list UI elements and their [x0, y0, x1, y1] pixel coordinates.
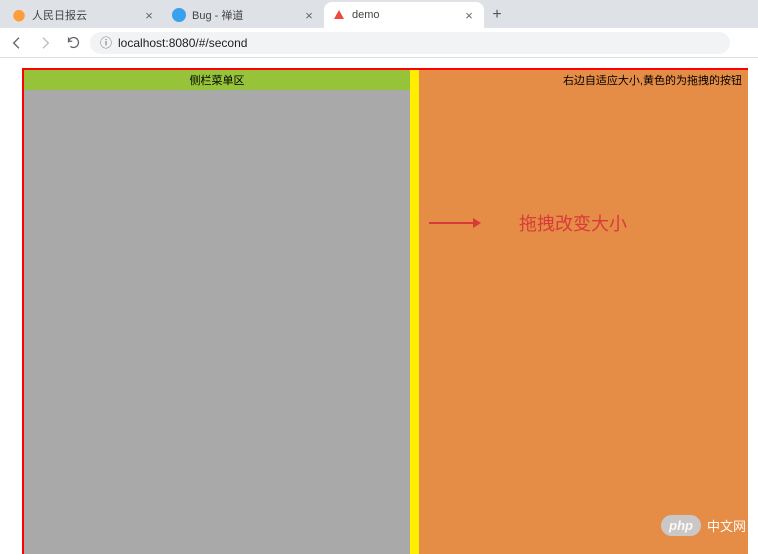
tab-demo[interactable]: demo × [324, 2, 484, 28]
back-button[interactable] [6, 32, 28, 54]
close-icon[interactable]: × [462, 8, 476, 23]
url-input[interactable] [118, 36, 720, 50]
split-layout: 侧栏菜单区 右边自适应大小,黄色的为拖拽的按钮 拖拽改变大小 [22, 68, 748, 554]
bug-icon [172, 8, 186, 22]
toolbar: ⓘ [0, 28, 758, 58]
close-icon[interactable]: × [142, 8, 156, 23]
site-info-icon[interactable]: ⓘ [100, 34, 112, 51]
tab-label: Bug - 禅道 [192, 7, 296, 23]
content-header: 右边自适应大小,黄色的为拖拽的按钮 [419, 70, 748, 90]
cloud-icon [12, 8, 26, 22]
drag-annotation: 拖拽改变大小 [429, 210, 627, 236]
address-bar[interactable]: ⓘ [90, 32, 730, 54]
tab-label: 人民日报云 [32, 7, 136, 23]
new-tab-button[interactable]: + [484, 2, 510, 28]
close-icon[interactable]: × [302, 8, 316, 23]
arrow-icon [429, 222, 479, 224]
tab-strip: 人民日报云 × Bug - 禅道 × demo × + [0, 0, 758, 28]
page-content: 侧栏菜单区 右边自适应大小,黄色的为拖拽的按钮 拖拽改变大小 [22, 68, 748, 554]
watermark-text: 中文网 [707, 516, 746, 535]
drag-splitter[interactable] [410, 70, 419, 554]
sidebar-header: 侧栏菜单区 [24, 70, 410, 90]
forward-button[interactable] [34, 32, 56, 54]
watermark: php 中文网 [661, 515, 746, 536]
tab-label: demo [352, 9, 456, 21]
annotation-text: 拖拽改变大小 [519, 210, 627, 236]
reload-button[interactable] [62, 32, 84, 54]
php-badge: php [661, 515, 701, 536]
triangle-icon [332, 8, 346, 22]
tab-renmin[interactable]: 人民日报云 × [4, 2, 164, 28]
sidebar-panel: 侧栏菜单区 [24, 70, 410, 554]
tab-bug[interactable]: Bug - 禅道 × [164, 2, 324, 28]
content-panel: 右边自适应大小,黄色的为拖拽的按钮 拖拽改变大小 [419, 70, 748, 554]
sidebar-body [24, 90, 410, 554]
